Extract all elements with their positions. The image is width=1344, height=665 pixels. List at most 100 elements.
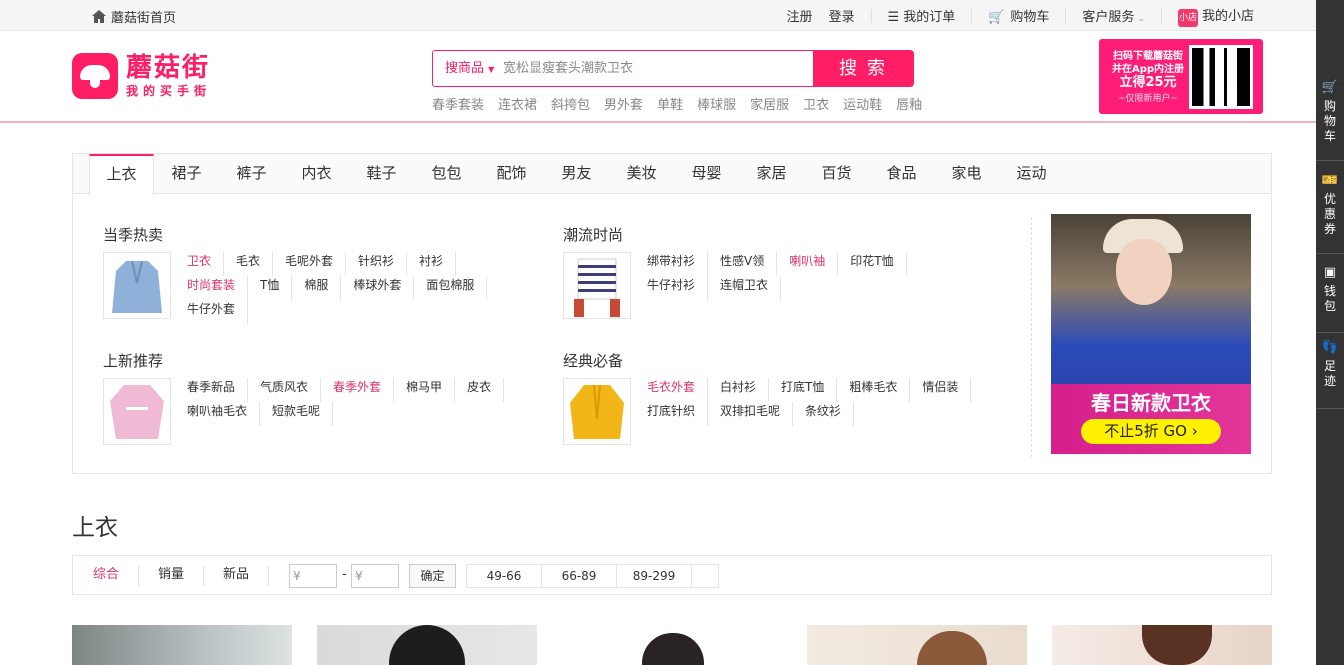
tab-general[interactable]: 百货 — [804, 154, 869, 193]
hot-keyword[interactable]: 男外套 — [604, 94, 643, 113]
cart-link[interactable]: 🛒 购物车 — [980, 6, 1057, 25]
tab-accessories[interactable]: 配饰 — [479, 154, 544, 193]
category-link[interactable]: 喇叭袖毛衣 — [187, 402, 261, 426]
product-thumbnail[interactable] — [103, 378, 171, 445]
tab-baby[interactable]: 母婴 — [674, 154, 739, 193]
hot-keyword[interactable]: 斜挎包 — [551, 94, 590, 113]
sidebar-coupon[interactable]: 🎫 优惠券 — [1316, 173, 1344, 243]
sort-sales[interactable]: 销量 — [158, 556, 184, 594]
price-range-option[interactable]: 89-299 — [616, 564, 692, 588]
tab-tops[interactable]: 上衣 — [89, 154, 154, 195]
category-link[interactable]: 条纹衫 — [805, 402, 855, 426]
customer-service-menu[interactable]: 客户服务 ⌄ — [1074, 6, 1153, 25]
category-link[interactable]: 卫衣 — [187, 252, 225, 276]
orders-link[interactable]: ☰ 我的订单 — [880, 6, 964, 25]
category-link[interactable]: 打底针织 — [647, 402, 709, 426]
sort-new[interactable]: 新品 — [223, 556, 249, 594]
promo-banner[interactable]: 春日新款卫衣 不止5折 GO › — [1051, 214, 1251, 454]
hot-keyword[interactable]: 唇釉 — [896, 94, 922, 113]
category-link[interactable]: 情侣装 — [922, 378, 972, 402]
category-link[interactable]: 喇叭袖 — [789, 252, 839, 276]
tab-bags[interactable]: 包包 — [414, 154, 479, 193]
my-shop-link[interactable]: 小店 我的小店 — [1170, 5, 1262, 27]
category-link[interactable]: 牛仔外套 — [187, 300, 249, 324]
category-link[interactable]: 面包棉服 — [426, 276, 488, 300]
category-link[interactable]: 皮衣 — [467, 378, 505, 402]
hot-keyword[interactable]: 运动鞋 — [843, 94, 882, 113]
category-link[interactable]: 打底T恤 — [781, 378, 838, 402]
product-card[interactable] — [562, 625, 782, 665]
category-link[interactable]: 春季外套 — [333, 378, 395, 402]
category-link[interactable]: 双排扣毛呢 — [720, 402, 794, 426]
sidebar-wallet[interactable]: ▣ 钱包 — [1316, 265, 1344, 325]
hot-keyword[interactable]: 卫衣 — [803, 94, 829, 113]
product-card[interactable] — [317, 625, 537, 665]
category-link[interactable]: 气质风衣 — [260, 378, 322, 402]
category-link[interactable]: 棒球外套 — [353, 276, 415, 300]
price-min-input[interactable]: ¥ — [289, 564, 337, 588]
home-link[interactable]: 蘑菇街首页 — [92, 7, 176, 26]
header: 蘑菇街 我的买手街 搜商品 ▼ 搜索 春季套装 连衣裙 斜挎包 男外套 单鞋 棒… — [0, 31, 1316, 123]
footprint-icon: 👣 — [1321, 340, 1339, 355]
divider — [971, 8, 973, 23]
category-link[interactable]: 粗棒毛衣 — [849, 378, 911, 402]
tab-skirts[interactable]: 裙子 — [154, 154, 219, 193]
hot-keyword[interactable]: 春季套装 — [432, 94, 484, 113]
price-max-input[interactable]: ¥ — [351, 564, 399, 588]
price-confirm-button[interactable]: 确定 — [409, 564, 456, 588]
price-range-option[interactable]: 49-66 — [466, 564, 542, 588]
product-card[interactable] — [1052, 625, 1272, 665]
category-link[interactable]: 印花T恤 — [850, 252, 907, 276]
app-download-promo[interactable]: 扫码下载蘑菇街 并在App内注册 立得25元 ~仅限新用户~ — [1099, 39, 1263, 114]
search-input[interactable] — [495, 51, 813, 86]
sort-comprehensive[interactable]: 综合 — [93, 556, 119, 594]
category-link[interactable]: 棉马甲 — [406, 378, 456, 402]
tab-pants[interactable]: 裤子 — [219, 154, 284, 193]
sidebar-footprint[interactable]: 👣 足迹 — [1316, 340, 1344, 400]
product-thumbnail[interactable] — [563, 378, 631, 445]
tab-sports[interactable]: 运动 — [999, 154, 1064, 193]
banner-cta-button[interactable]: 不止5折 GO › — [1081, 419, 1221, 444]
product-thumbnail[interactable] — [103, 252, 171, 319]
category-link[interactable]: 毛呢外套 — [285, 252, 347, 276]
register-link[interactable]: 注册 — [779, 6, 821, 25]
category-link[interactable]: 棉服 — [304, 276, 342, 300]
category-link[interactable]: 绑带衬衫 — [647, 252, 709, 276]
arrow-right-icon: › — [1191, 422, 1198, 440]
hot-keyword[interactable]: 连衣裙 — [498, 94, 537, 113]
product-card[interactable] — [72, 625, 292, 665]
category-link[interactable]: 连帽卫衣 — [720, 276, 782, 300]
search-scope-dropdown[interactable]: 搜商品 ▼ — [433, 51, 495, 86]
site-logo[interactable]: 蘑菇街 我的买手街 — [72, 53, 211, 99]
tab-appliances[interactable]: 家电 — [934, 154, 999, 193]
product-card[interactable] — [807, 625, 1027, 665]
category-link[interactable]: 衬衫 — [419, 252, 457, 276]
login-link[interactable]: 登录 — [821, 6, 863, 25]
tab-shoes[interactable]: 鞋子 — [349, 154, 414, 193]
category-link[interactable]: 春季新品 — [187, 378, 249, 402]
product-thumbnail[interactable] — [563, 252, 631, 319]
category-link[interactable]: 时尚套装 — [187, 276, 249, 300]
hot-keyword[interactable]: 单鞋 — [657, 94, 683, 113]
sidebar-cart[interactable]: 🛒 购物车 — [1316, 80, 1344, 150]
category-link[interactable]: 针织衫 — [358, 252, 408, 276]
category-link[interactable]: 毛衣外套 — [647, 378, 709, 402]
category-link[interactable]: 性感V领 — [720, 252, 778, 276]
tab-boyfriend[interactable]: 男友 — [544, 154, 609, 193]
category-link[interactable]: 短款毛呢 — [272, 402, 334, 426]
hot-keyword[interactable]: 棒球服 — [697, 94, 736, 113]
category-link[interactable]: 毛衣 — [236, 252, 274, 276]
category-link[interactable]: 牛仔衬衫 — [647, 276, 709, 300]
tab-beauty[interactable]: 美妆 — [609, 154, 674, 193]
divider — [1065, 8, 1067, 23]
tab-food[interactable]: 食品 — [869, 154, 934, 193]
tab-home[interactable]: 家居 — [739, 154, 804, 193]
category-group: 潮流时尚 绑带衬衫 性感V领 喇叭袖 印花T恤 牛仔衬衫 连帽卫衣 — [563, 224, 1003, 324]
category-link[interactable]: T恤 — [260, 276, 293, 300]
price-range-option[interactable]: 66-89 — [541, 564, 617, 588]
search-button[interactable]: 搜索 — [813, 51, 913, 86]
category-link[interactable]: 白衬衫 — [720, 378, 770, 402]
group-links: 毛衣外套 白衬衫 打底T恤 粗棒毛衣 情侣装打底针织 双排扣毛呢 条纹衫 — [647, 378, 987, 426]
hot-keyword[interactable]: 家居服 — [750, 94, 789, 113]
tab-underwear[interactable]: 内衣 — [284, 154, 349, 193]
